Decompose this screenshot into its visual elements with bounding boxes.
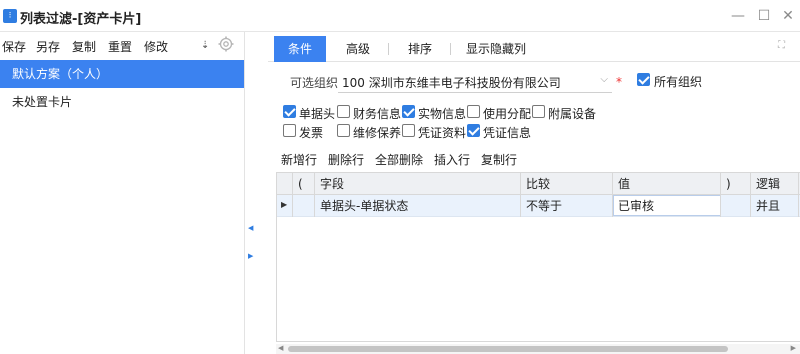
tab-conditions[interactable]: 条件 <box>274 36 326 62</box>
modify-button[interactable]: 修改 <box>144 38 168 55</box>
cell-logic[interactable]: 并且 <box>751 195 800 217</box>
category-checkbox-voucher-docs[interactable] <box>402 124 415 137</box>
org-select-value: 100 深圳市东维丰电子科技股份有限公司 <box>342 76 561 90</box>
scheme-item-default[interactable]: 默认方案（个人） <box>0 60 244 88</box>
category-checkbox-physical[interactable] <box>402 105 415 118</box>
expand-icon[interactable]: ⛶ <box>778 40 785 51</box>
column-divider <box>720 173 721 217</box>
gear-icon[interactable] <box>218 36 234 52</box>
tab-separator <box>450 43 451 55</box>
column-header-field[interactable]: 字段 <box>315 173 521 195</box>
save-as-button[interactable]: 另存 <box>36 38 60 55</box>
category-checkbox-invoice[interactable] <box>283 124 296 137</box>
column-divider <box>612 173 613 217</box>
category-label: 单据头 <box>299 107 336 121</box>
column-divider <box>520 173 521 217</box>
org-select[interactable]: 100 深圳市东维丰电子科技股份有限公司 ⌵ <box>338 69 612 93</box>
copy-scheme-button[interactable]: 复制 <box>72 38 96 55</box>
org-label: 可选组织 <box>290 76 339 90</box>
tab-bar: 条件 高级 排序 显示隐藏列 <box>268 36 800 62</box>
category-label: 财务信息 <box>353 107 402 121</box>
maximize-button[interactable]: ☐ <box>756 7 772 25</box>
category-label: 使用分配 <box>483 107 532 121</box>
minimize-button[interactable]: — <box>730 7 746 25</box>
filter-app-icon: ⁝ <box>3 9 17 23</box>
column-divider <box>750 173 751 217</box>
cell-field[interactable]: 单据头-单据状态 <box>315 195 521 217</box>
tab-show-hide-columns[interactable]: 显示隐藏列 <box>454 36 538 62</box>
title-bar: ⁝ 列表过滤-[资产卡片] — ☐ ✕ <box>0 0 800 32</box>
required-mark: * <box>616 75 622 89</box>
category-label: 实物信息 <box>418 107 467 121</box>
category-checkbox-header[interactable] <box>283 105 296 118</box>
pane-divider[interactable] <box>244 32 245 354</box>
category-label: 附属设备 <box>548 107 597 121</box>
column-header-compare[interactable]: 比较 <box>521 173 613 195</box>
copy-row-button[interactable]: 复制行 <box>481 151 517 168</box>
all-orgs-label: 所有组织 <box>654 75 703 89</box>
tab-separator <box>388 43 389 55</box>
category-checkbox-voucher-info[interactable] <box>467 124 480 137</box>
window-title: 列表过滤-[资产卡片] <box>20 12 142 27</box>
tab-sort[interactable]: 排序 <box>392 36 448 62</box>
table-row[interactable]: ▶ 单据头-单据状态 不等于 已审核 并且 <box>277 195 800 217</box>
column-header-rparen[interactable]: ) <box>721 173 751 195</box>
sort-dropdown-icon[interactable]: ⇣ <box>201 40 209 51</box>
category-checkbox-maintenance[interactable] <box>337 124 350 137</box>
reset-button[interactable]: 重置 <box>108 38 132 55</box>
grid-header: ( 字段 比较 值 ) 逻辑 <box>277 173 800 195</box>
column-divider <box>798 173 799 217</box>
scrollbar-thumb[interactable] <box>288 346 728 352</box>
row-pointer-icon: ▶ <box>281 200 288 209</box>
insert-row-button[interactable]: 插入行 <box>434 151 470 168</box>
category-label: 凭证资料 <box>418 126 467 140</box>
horizontal-scrollbar[interactable]: ◀ ▶ <box>276 344 800 354</box>
category-checkbox-accessory[interactable] <box>532 105 545 118</box>
column-divider <box>314 173 315 217</box>
chevron-down-icon: ⌵ <box>600 74 608 85</box>
column-header-logic[interactable]: 逻辑 <box>751 173 800 195</box>
tab-advanced[interactable]: 高级 <box>330 36 386 62</box>
scroll-left-icon[interactable]: ◀ <box>278 344 283 352</box>
delete-row-button[interactable]: 删除行 <box>328 151 364 168</box>
category-label: 凭证信息 <box>483 126 532 140</box>
column-header-lparen[interactable]: ( <box>293 173 315 195</box>
add-row-button[interactable]: 新增行 <box>281 151 317 168</box>
scheme-item-undisposed[interactable]: 未处置卡片 <box>0 88 244 116</box>
collapse-left-icon[interactable]: ◀ <box>248 224 253 232</box>
all-orgs-checkbox[interactable] <box>637 73 650 86</box>
cell-rparen[interactable] <box>721 195 751 217</box>
cell-value[interactable]: 已审核 <box>613 195 721 217</box>
category-label: 维修保养 <box>353 126 402 140</box>
expand-right-icon[interactable]: ▶ <box>248 252 253 260</box>
category-checkbox-finance[interactable] <box>337 105 350 118</box>
cell-compare[interactable]: 不等于 <box>521 195 613 217</box>
scroll-right-icon[interactable]: ▶ <box>791 344 796 352</box>
cell-lparen[interactable] <box>293 195 315 217</box>
save-button[interactable]: 保存 <box>2 38 26 55</box>
column-header-value[interactable]: 值 <box>613 173 721 195</box>
category-label: 发票 <box>299 126 324 140</box>
delete-all-rows-button[interactable]: 全部删除 <box>375 151 423 168</box>
condition-grid: ( 字段 比较 值 ) 逻辑 ▶ 单据头-单据状态 不等于 已审核 并且 <box>276 172 800 342</box>
column-divider <box>292 173 293 217</box>
close-button[interactable]: ✕ <box>780 7 796 25</box>
category-checkbox-allocation[interactable] <box>467 105 480 118</box>
